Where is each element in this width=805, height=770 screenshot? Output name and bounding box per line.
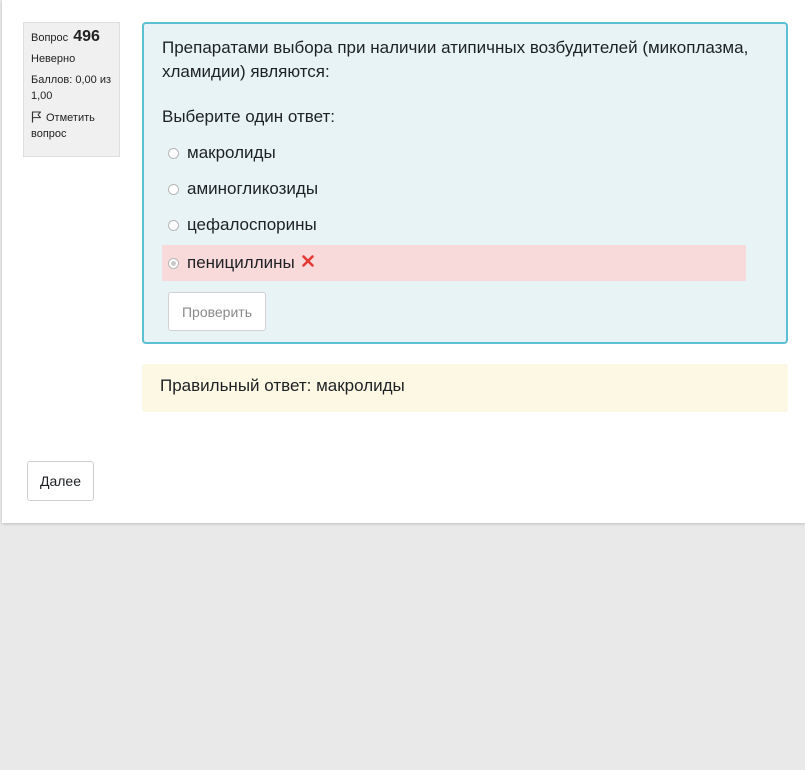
- answer-option-incorrect[interactable]: пенициллины: [162, 245, 746, 281]
- question-info-panel: Вопрос 496 Неверно Баллов: 0,00 из 1,00 …: [23, 22, 120, 157]
- right-answer-feedback: Правильный ответ: макролиды: [142, 364, 788, 412]
- answer-radio[interactable]: [168, 147, 179, 159]
- question-state: Неверно: [31, 53, 76, 65]
- answer-label[interactable]: цефалоспорины: [187, 215, 317, 235]
- flag-question-link[interactable]: Отметить вопрос: [31, 110, 112, 142]
- question-label: Вопрос: [31, 32, 69, 44]
- answer-option[interactable]: цефалоспорины: [162, 207, 746, 243]
- answer-option[interactable]: аминогликозиды: [162, 171, 746, 207]
- question-number-value: 496: [73, 28, 100, 45]
- question-text: Препаратами выбора при наличии атипичных…: [162, 38, 749, 81]
- page-content: Вопрос 496 Неверно Баллов: 0,00 из 1,00 …: [2, 0, 805, 523]
- answer-label[interactable]: аминогликозиды: [187, 179, 318, 199]
- answer-prompt: Выберите один ответ:: [162, 107, 335, 126]
- check-button[interactable]: Проверить: [168, 292, 266, 331]
- question-grade: Баллов: 0,00 из 1,00: [31, 74, 112, 102]
- answer-radio[interactable]: [168, 183, 179, 195]
- answer-label[interactable]: пенициллины: [187, 253, 295, 273]
- answer-label[interactable]: макролиды: [187, 143, 276, 163]
- question-number: Вопрос 496: [31, 29, 112, 46]
- next-button[interactable]: Далее: [27, 461, 94, 501]
- answer-option[interactable]: макролиды: [162, 135, 746, 171]
- answer-options: макролиды аминогликозиды цефалоспорины п…: [162, 135, 768, 281]
- answer-radio[interactable]: [168, 219, 179, 231]
- answer-radio-selected[interactable]: [168, 257, 179, 269]
- question-formulation: Препаратами выбора при наличии атипичных…: [142, 22, 788, 344]
- cross-icon: [301, 253, 315, 273]
- flag-icon: [31, 111, 41, 123]
